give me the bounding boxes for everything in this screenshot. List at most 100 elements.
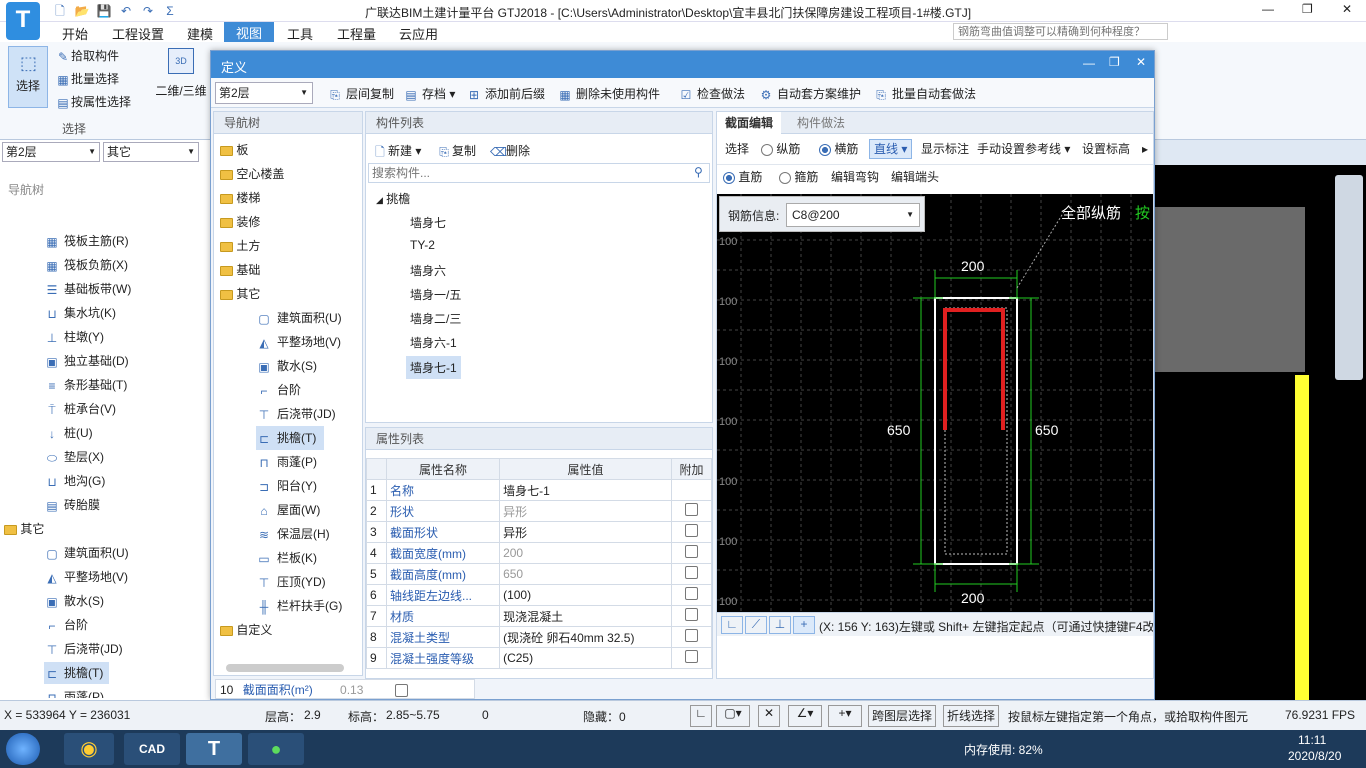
- stirrup-radio[interactable]: 箍筋: [779, 165, 818, 189]
- menu-view[interactable]: 视图: [224, 22, 275, 43]
- angle-toggle[interactable]: ∠▾: [788, 705, 822, 727]
- checkbox[interactable]: [685, 629, 698, 642]
- menu-quantity[interactable]: 工程量: [337, 24, 376, 43]
- checkbox[interactable]: [394, 684, 408, 698]
- tree-item-eave[interactable]: ⊏ 挑檐(T): [256, 426, 325, 450]
- tab-section-edit[interactable]: 截面编辑: [717, 112, 782, 134]
- copy-button[interactable]: ⎘ 复制: [436, 142, 476, 160]
- nav-item[interactable]: ⍑ 桩承台(V): [44, 398, 116, 420]
- new-file-icon[interactable]: 🗋: [52, 3, 68, 19]
- nav-item[interactable]: ⊤ 后浇带(JD): [44, 638, 123, 660]
- long-rebar-radio[interactable]: 纵筋: [761, 136, 800, 162]
- pick-component-button[interactable]: ✎ 拾取构件: [55, 47, 119, 65]
- nav-item[interactable]: ▦ 筏板负筋(X): [44, 254, 128, 276]
- restore-button[interactable]: ❐: [1302, 2, 1313, 16]
- property-row[interactable]: 5 截面高度(mm) 650: [366, 563, 712, 585]
- box-select-toggle[interactable]: ▢▾: [716, 705, 750, 727]
- property-row[interactable]: 7 材质 现浇混凝土: [366, 605, 712, 627]
- tree-folder[interactable]: 基础: [220, 258, 260, 282]
- tree-folder[interactable]: 装修: [220, 210, 260, 234]
- nav-item[interactable]: ⌐ 台阶: [44, 614, 88, 636]
- open-icon[interactable]: 📂: [74, 3, 90, 19]
- checkbox[interactable]: [685, 524, 698, 537]
- property-row[interactable]: 1 名称 墙身七-1: [366, 479, 712, 501]
- help-search-input[interactable]: [953, 23, 1168, 40]
- floor-select[interactable]: 第2层 ▼: [2, 142, 100, 162]
- property-row[interactable]: 2 形状 异形: [366, 500, 712, 522]
- minimize-button[interactable]: —: [1262, 2, 1274, 16]
- dialog-max-button[interactable]: ❐: [1109, 55, 1120, 69]
- nav-item[interactable]: ⊔ 集水坑(K): [44, 302, 116, 324]
- ref-line-button[interactable]: 手动设置参考线 ▾: [977, 136, 1070, 162]
- select-by-attr-button[interactable]: ▤ 按属性选择: [55, 93, 131, 111]
- auto-scheme-button[interactable]: ⚙ 自动套方案维护: [758, 85, 861, 103]
- tree-item[interactable]: ⊓ 雨蓬(P): [256, 450, 317, 474]
- ortho-toggle[interactable]: ∟: [690, 705, 712, 727]
- component-item-selected[interactable]: 墙身七-1: [406, 356, 461, 379]
- batch-select-button[interactable]: ▦ 批量选择: [55, 70, 119, 88]
- nav-item[interactable]: ⊓ 雨蓬(P): [44, 686, 104, 698]
- tree-item[interactable]: ▣ 散水(S): [256, 354, 317, 378]
- cad-viewport[interactable]: [1155, 165, 1366, 700]
- property-row[interactable]: 3 截面形状 异形: [366, 521, 712, 543]
- taskbar-gtj-icon[interactable]: T: [186, 733, 242, 765]
- menu-start[interactable]: 开始: [62, 24, 88, 43]
- component-item[interactable]: 墙身六: [410, 262, 446, 279]
- check-method-button[interactable]: ☑ 检查做法: [678, 85, 745, 103]
- tree-folder[interactable]: 板: [220, 138, 248, 162]
- new-button[interactable]: 🗋 新建 ▾: [372, 142, 421, 160]
- nav-folder-other[interactable]: 其它: [4, 518, 44, 540]
- offset-icon[interactable]: +: [793, 616, 815, 634]
- tab-component-method[interactable]: 构件做法: [791, 112, 851, 134]
- tree-item[interactable]: ⊤ 后浇带(JD): [256, 402, 336, 426]
- nav-item[interactable]: ⊏ 挑檐(T): [44, 662, 110, 684]
- checkbox[interactable]: [685, 587, 698, 600]
- nav-item[interactable]: ▢ 建筑面积(U): [44, 542, 128, 564]
- offset-toggle[interactable]: +▾: [828, 705, 862, 727]
- tree-folder[interactable]: 土方: [220, 234, 260, 258]
- archive-button[interactable]: ▤ 存档 ▾: [403, 85, 455, 103]
- nav-item[interactable]: ▦ 筏板主筋(R): [44, 230, 128, 252]
- snap-icon[interactable]: ⟋: [745, 616, 767, 634]
- save-icon[interactable]: 💾: [96, 3, 112, 19]
- nav-item[interactable]: ↓ 桩(U): [44, 422, 93, 444]
- add-prefix-button[interactable]: ⊞ 添加前后缀: [466, 85, 545, 103]
- select-tool[interactable]: 选择: [725, 136, 749, 162]
- tree-scrollbar[interactable]: [226, 664, 344, 672]
- redo-icon[interactable]: ↷: [140, 3, 156, 19]
- nav-item[interactable]: ◭ 平整场地(V): [44, 566, 128, 588]
- tree-item[interactable]: ≋ 保温层(H): [256, 522, 330, 546]
- nav-item[interactable]: ⊥ 柱墩(Y): [44, 326, 104, 348]
- nav-item[interactable]: ▣ 独立基础(D): [44, 350, 128, 372]
- perp-icon[interactable]: ⊥: [769, 616, 791, 634]
- select-button[interactable]: ⬚ 选择: [8, 46, 48, 108]
- start-button[interactable]: [6, 733, 40, 765]
- component-item[interactable]: 墙身一/五: [410, 286, 461, 303]
- batch-auto-button[interactable]: ⎘ 批量自动套做法: [873, 85, 976, 103]
- menu-tools[interactable]: 工具: [287, 24, 313, 43]
- ortho-icon[interactable]: ∟: [721, 616, 743, 634]
- section-canvas[interactable]: 钢筋信息: C8@200 ▼ 全部纵筋 按 200 200 650 650 100…: [717, 194, 1153, 622]
- menu-modeling[interactable]: 建模: [187, 24, 213, 43]
- property-row[interactable]: 9 混凝土强度等级 (C25): [366, 647, 712, 669]
- taskbar-cad-icon[interactable]: CAD: [124, 733, 180, 765]
- nav-item[interactable]: ▤ 砖胎膜: [44, 494, 100, 516]
- component-group[interactable]: ◢ 挑檐: [376, 190, 410, 207]
- rebar-line[interactable]: [943, 308, 1005, 430]
- tree-item[interactable]: ╫ 栏杆扶手(G): [256, 594, 343, 618]
- component-search-input[interactable]: [368, 163, 710, 183]
- rebar-info-select[interactable]: C8@200 ▼: [786, 203, 920, 227]
- app-logo[interactable]: T: [6, 2, 40, 40]
- delete-button[interactable]: ⌫删除: [490, 142, 530, 160]
- show-dims-button[interactable]: 显示标注: [921, 136, 969, 162]
- tree-item[interactable]: ◭ 平整场地(V): [256, 330, 341, 354]
- checkbox[interactable]: [685, 650, 698, 663]
- nav-item[interactable]: ⬭ 垫层(X): [44, 446, 104, 468]
- tree-folder[interactable]: 楼梯: [220, 186, 260, 210]
- edit-end-button[interactable]: 编辑端头: [891, 165, 939, 189]
- tree-folder[interactable]: 自定义: [220, 618, 272, 642]
- tree-item[interactable]: ▭ 栏板(K): [256, 546, 317, 570]
- checkbox[interactable]: [685, 545, 698, 558]
- component-item[interactable]: 墙身二/三: [410, 310, 461, 327]
- tree-folder[interactable]: 空心楼盖: [220, 162, 284, 186]
